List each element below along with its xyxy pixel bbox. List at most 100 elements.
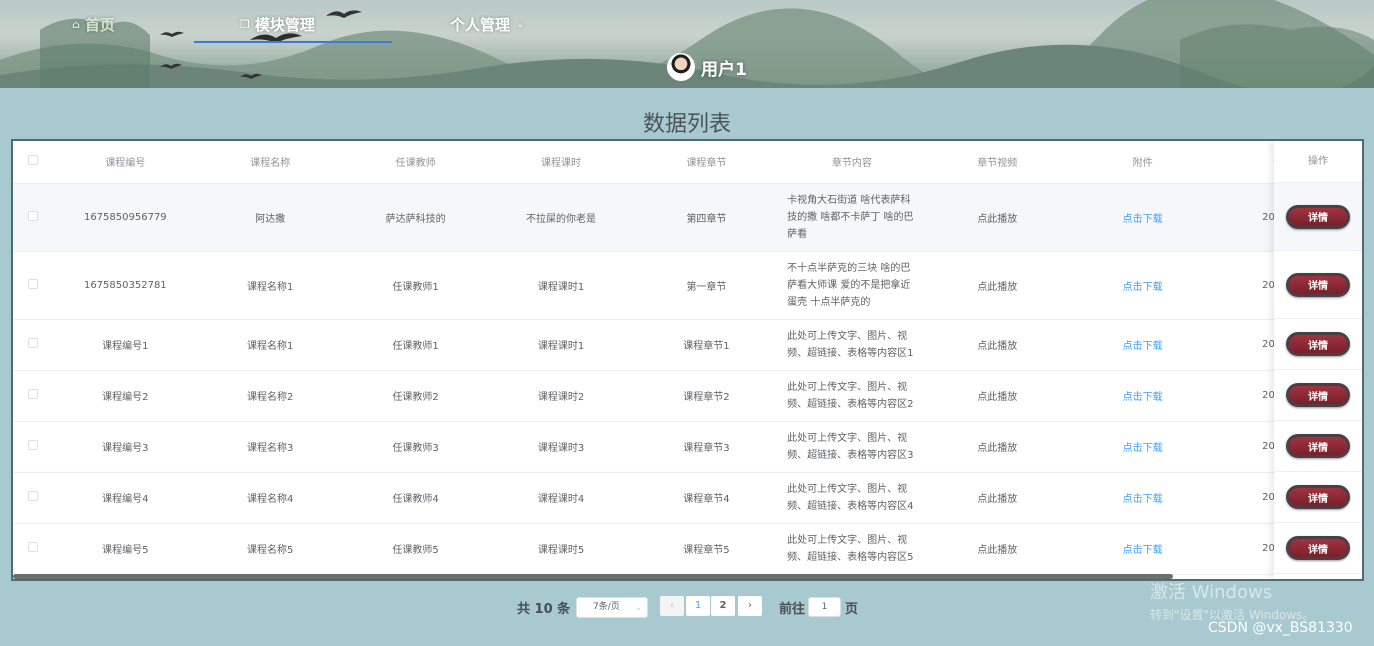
home-icon: ⌂: [72, 17, 80, 31]
nav-personal-label: 个人管理: [450, 15, 511, 34]
operation-column: 操作 详情 详情 详情 详情 详情 详情 详情: [1274, 141, 1362, 579]
detail-button[interactable]: 详情: [1286, 434, 1350, 458]
table-row[interactable]: 课程编号2 课程名称2 任课教师2 课程课时2 课程章节2 此处可上传文字、图片、视频、超…: [13, 370, 1362, 422]
table-row[interactable]: 课程编号3 课程名称3 任课教师3 课程课时3 课程章节3 此处可上传文字、图片、视频、超…: [13, 421, 1362, 473]
cell-hours: 课程课时3: [537, 443, 585, 454]
prev-page-button[interactable]: ‹: [660, 596, 684, 616]
cell-content: 此处可上传文字、图片、视频、超链接、表格等内容区5: [787, 534, 914, 563]
detail-button[interactable]: 详情: [1286, 204, 1350, 229]
bird-icon: [160, 31, 184, 37]
detail-button[interactable]: 详情: [1286, 272, 1350, 297]
table-row[interactable]: 课程编号1 课程名称1 任课教师1 课程课时1 课程章节1 此处可上传文字、图片、视频、超…: [13, 319, 1362, 371]
bird-icon: [326, 10, 362, 18]
cell-attachment-link[interactable]: 点击下载: [1123, 392, 1163, 403]
cell-video-link[interactable]: 点此播放: [977, 545, 1017, 556]
user-name: 用户1: [701, 59, 747, 80]
cell-course-code: 课程编号4: [102, 494, 149, 505]
header-course-code[interactable]: 课程编号: [53, 141, 198, 184]
row-checkbox[interactable]: [28, 542, 39, 552]
detail-button[interactable]: 详情: [1286, 485, 1350, 509]
detail-button[interactable]: 详情: [1286, 383, 1350, 407]
cell-video-link[interactable]: 点此播放: [977, 214, 1017, 225]
cell-attachment-link[interactable]: 点击下载: [1123, 443, 1163, 454]
row-checkbox[interactable]: [28, 278, 39, 289]
cell-course-name: 课程名称3: [247, 443, 294, 454]
row-checkbox[interactable]: [28, 491, 39, 501]
cell-teacher: 任课教师4: [392, 494, 439, 505]
cell-chapter: 课程章节5: [683, 545, 730, 556]
cell-content: 此处可上传文字、图片、视频、超链接、表格等内容区2: [787, 381, 914, 410]
horizontal-scrollbar[interactable]: [13, 574, 1173, 579]
cell-video-link[interactable]: 点此播放: [977, 494, 1017, 505]
active-tab-underline: [194, 41, 392, 43]
table-row[interactable]: 1675850956779 阿达撒 萨达萨科技的 不拉屎的你老是 第四章节 卡视角大石街道…: [13, 183, 1362, 252]
page-button-2[interactable]: 2: [711, 596, 735, 616]
user-menu[interactable]: 用户1: [667, 53, 747, 81]
nav-home[interactable]: ⌂ 首页: [72, 10, 115, 38]
cell-teacher: 任课教师3: [392, 443, 439, 454]
cell-video-link[interactable]: 点此播放: [977, 443, 1017, 454]
data-table: 课程编号 课程名称 任课教师 课程课时 课程章节 章节内容 章节视频 附件 创建…: [11, 139, 1364, 581]
header-content[interactable]: 章节内容: [779, 141, 925, 184]
header-teacher[interactable]: 任课教师: [342, 141, 489, 184]
row-checkbox[interactable]: [28, 338, 39, 348]
cell-content: 此处可上传文字、图片、视频、超链接、表格等内容区4: [787, 483, 914, 512]
header-chapter[interactable]: 课程章节: [633, 141, 780, 184]
row-checkbox[interactable]: [28, 210, 39, 221]
row-checkbox[interactable]: [28, 389, 39, 399]
header-course-name[interactable]: 课程名称: [197, 141, 343, 184]
chevron-right-icon: ›: [748, 600, 752, 611]
next-page-button[interactable]: ›: [738, 596, 762, 616]
cell-attachment-link[interactable]: 点击下载: [1123, 494, 1163, 505]
total-count: 共 10 条: [517, 602, 571, 617]
table-row[interactable]: 1675850352781 课程名称1 任课教师1 课程课时1 第一章节 不十点半萨克的三…: [13, 251, 1362, 320]
detail-button[interactable]: 详情: [1286, 332, 1350, 356]
nav-home-label: 首页: [84, 15, 115, 34]
detail-button[interactable]: 详情: [1286, 536, 1350, 560]
cell-teacher: 萨达萨科技的: [385, 213, 446, 225]
bird-icon: [160, 63, 182, 69]
page-size-value: 7条/页: [593, 602, 620, 612]
chevron-down-icon: ⌄: [516, 18, 525, 30]
cell-course-code: 课程编号2: [102, 392, 149, 403]
copy-icon: ❐: [240, 17, 250, 31]
row-checkbox[interactable]: [28, 440, 39, 450]
cell-video-link[interactable]: 点此播放: [977, 341, 1017, 352]
header-hours[interactable]: 课程课时: [488, 141, 634, 184]
cell-chapter: 第一章节: [686, 281, 727, 293]
header-attachment[interactable]: 附件: [1069, 141, 1216, 184]
header-video[interactable]: 章节视频: [924, 141, 1070, 184]
cell-course-code: 课程编号5: [102, 545, 149, 556]
cell-hours: 课程课时5: [537, 545, 585, 556]
page-size-select[interactable]: 7条/页 ⌄: [576, 597, 648, 618]
cell-hours: 课程课时1: [537, 281, 585, 293]
cell-course-code: 1675850956779: [83, 211, 167, 223]
cell-attachment-link[interactable]: 点击下载: [1123, 341, 1163, 352]
cell-chapter: 课程章节4: [683, 494, 730, 505]
page-unit-label: 页: [845, 602, 859, 617]
cell-attachment-link[interactable]: 点击下载: [1123, 545, 1163, 556]
header-operation: 操作: [1274, 141, 1362, 183]
table-row[interactable]: 课程编号4 课程名称4 任课教师4 课程课时4 课程章节4 此处可上传文字、图片、视频、超…: [13, 472, 1362, 524]
cell-hours: 课程课时2: [537, 392, 585, 403]
cell-attachment-link[interactable]: 点击下载: [1123, 214, 1163, 225]
avatar: [667, 53, 695, 81]
goto-page-input[interactable]: 1: [808, 597, 841, 617]
select-all-checkbox[interactable]: [28, 155, 39, 166]
cell-video-link[interactable]: 点此播放: [977, 282, 1017, 293]
chevron-left-icon: ‹: [670, 600, 674, 611]
windows-activation-watermark: 激活 Windows 转到"设置"以激活 Windows。: [1150, 578, 1314, 623]
page-button-1[interactable]: 1: [686, 596, 710, 616]
cell-attachment-link[interactable]: 点击下载: [1123, 282, 1163, 293]
nav-personal-management[interactable]: 个人管理 ⌄: [450, 10, 524, 38]
table-row[interactable]: 课程编号5 课程名称5 任课教师5 课程课时5 课程章节5 此处可上传文字、图片、视频、超…: [13, 523, 1362, 575]
bird-icon: [240, 73, 262, 79]
cell-course-code: 课程编号1: [102, 341, 149, 352]
nav-module-management[interactable]: ❐ 模块管理: [240, 10, 315, 38]
cell-hours: 不拉屎的你老是: [526, 213, 597, 225]
chevron-down-icon: ⌄: [635, 603, 642, 612]
cell-chapter: 第四章节: [686, 213, 727, 225]
cell-video-link[interactable]: 点此播放: [977, 392, 1017, 403]
cell-course-name: 课程名称4: [247, 494, 294, 505]
cell-chapter: 课程章节2: [683, 392, 730, 403]
